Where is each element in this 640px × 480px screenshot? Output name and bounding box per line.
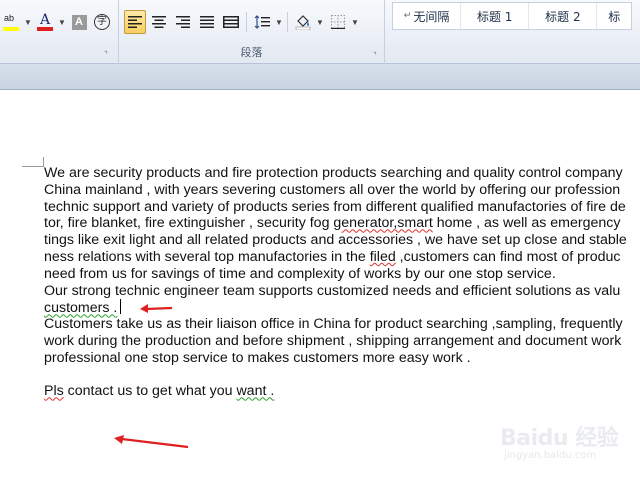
align-left-button[interactable] — [124, 10, 146, 34]
ruler-area — [0, 64, 640, 90]
styles-group: ↵ 无间隔 标题 1 标题 2 标 — [386, 0, 640, 64]
paragraph-group-label: 段落 — [240, 46, 263, 59]
borders-button[interactable] — [327, 10, 349, 34]
text-line: ness relations with several top manufact… — [44, 248, 621, 265]
text-line: technic support and variety of products … — [44, 198, 626, 215]
text-line: Pls contact us to get what you want . — [44, 383, 275, 400]
align-center-icon — [152, 16, 166, 28]
grammar-error[interactable]: want . — [236, 383, 274, 399]
highlight-dropdown[interactable]: ▼ — [22, 10, 32, 34]
text-line: need from us for savings of time and com… — [44, 265, 556, 282]
distributed-button[interactable] — [220, 10, 242, 34]
text-line: customers . — [44, 299, 640, 316]
font-group: ab ▼ A ▼ A 字 — [0, 0, 117, 64]
font-color-button[interactable]: A — [34, 10, 56, 34]
text-boundary-corner-mark — [22, 157, 44, 167]
text-line: tor, fire blanket, fire extinguisher , s… — [44, 215, 621, 232]
line-spacing-dropdown[interactable]: ▼ — [273, 10, 283, 34]
font-color-icon: A — [37, 12, 53, 31]
spelling-error[interactable]: filed — [370, 249, 396, 265]
distributed-icon — [223, 16, 239, 28]
text-line: Our strong technic engineer team support… — [44, 282, 621, 299]
line-spacing-icon — [254, 15, 270, 29]
paint-bucket-icon — [295, 15, 311, 30]
line-spacing-button[interactable] — [251, 10, 273, 34]
style-heading-1[interactable]: 标题 1 — [461, 3, 530, 29]
borders-dropdown[interactable]: ▼ — [349, 10, 359, 34]
text-line: tings like exit light and all related pr… — [44, 232, 627, 249]
font-color-dropdown[interactable]: ▼ — [56, 10, 66, 34]
justify-icon — [200, 16, 214, 28]
empty-paragraph — [44, 367, 640, 384]
text-line: We are security products and fire protec… — [44, 165, 623, 181]
text-line: work during the production and before sh… — [44, 332, 622, 349]
style-title[interactable]: 标 — [597, 3, 631, 29]
document-body[interactable]: We are security products and fire protec… — [44, 165, 640, 400]
baidu-jingyan-watermark: Baidu 经验 jingyan.baidu.com — [500, 426, 619, 461]
shading-button[interactable] — [292, 10, 314, 34]
text-cursor — [120, 299, 122, 315]
annotation-arrow-icon — [140, 304, 173, 313]
chevron-down-icon: ▼ — [351, 17, 359, 27]
font-dialog-launcher-icon[interactable]: ⌝ — [104, 51, 112, 59]
toolbar-separator — [287, 12, 288, 32]
chevron-down-icon: ▼ — [316, 17, 324, 27]
chevron-down-icon: ▼ — [24, 17, 32, 27]
text-highlight-button[interactable]: ab — [0, 10, 22, 34]
align-left-icon — [128, 16, 142, 28]
text-line: China mainland , with years severing cus… — [44, 181, 621, 198]
spelling-error[interactable]: Pls — [44, 383, 64, 399]
highlight-icon: ab — [3, 13, 19, 31]
paragraph-group: ▼ ▼ ▼ 段落 ⌝ — [118, 0, 385, 64]
chevron-down-icon: ▼ — [275, 17, 283, 27]
align-right-button[interactable] — [172, 10, 194, 34]
character-shading-icon: A — [71, 14, 87, 30]
ribbon: ab ▼ A ▼ A 字 ▼ ▼ ▼ 段落 ⌝ ↵ 无间隔 标题 1 标题 2 … — [0, 0, 640, 64]
style-heading-2[interactable]: 标题 2 — [529, 3, 598, 29]
text-line: Customers take us as their liaison offic… — [44, 316, 623, 333]
paragraph-mark-icon: ↵ — [403, 11, 412, 21]
align-right-icon — [176, 16, 190, 28]
annotation-arrow-icon — [114, 435, 189, 449]
justify-button[interactable] — [196, 10, 218, 34]
spelling-error[interactable]: generator,smart — [333, 215, 432, 231]
character-shading-button[interactable]: A — [69, 10, 89, 34]
enclose-characters-button[interactable]: 字 — [91, 10, 113, 34]
chevron-down-icon: ▼ — [58, 17, 66, 27]
align-center-button[interactable] — [148, 10, 170, 34]
shading-dropdown[interactable]: ▼ — [314, 10, 324, 34]
borders-icon — [331, 15, 345, 29]
styles-gallery: ↵ 无间隔 标题 1 标题 2 标 — [392, 2, 632, 30]
enclose-characters-icon: 字 — [94, 14, 110, 30]
style-no-spacing[interactable]: ↵ 无间隔 — [393, 3, 462, 29]
text-line: professional one stop service to makes c… — [44, 349, 471, 366]
paragraph-dialog-launcher-icon[interactable]: ⌝ — [373, 52, 381, 60]
toolbar-separator — [246, 12, 247, 32]
